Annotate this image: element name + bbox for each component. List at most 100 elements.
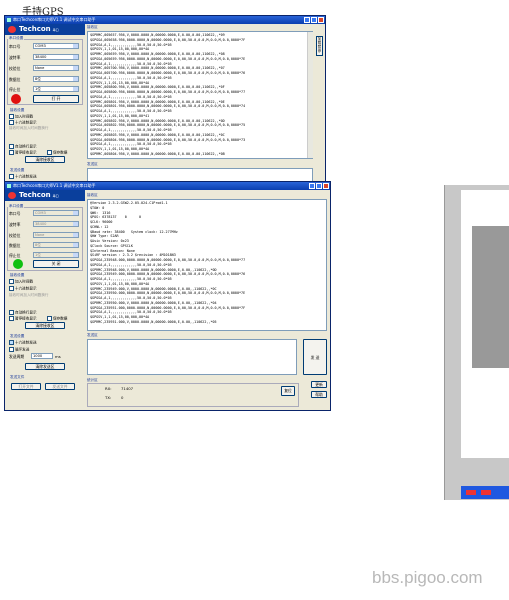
parity-label: 校验位: [9, 66, 21, 71]
pause-display-checkbox[interactable]: 暂停接收显示: [9, 150, 37, 156]
recv-settings-label: 接收设置: [10, 108, 25, 112]
front-window-title: 串口Techcon串口大师V1.1 调试中文串口助手: [13, 183, 96, 188]
chevron-down-icon: [73, 222, 78, 226]
recv-settings-label: 接收设置: [10, 273, 25, 277]
hex-display-checkbox[interactable]: 十六进制显示: [9, 120, 37, 126]
serial-port-label: 串口号: [9, 211, 21, 216]
taskbar-app-icon[interactable]: [466, 490, 476, 495]
send-file-button[interactable]: 发送文件: [45, 383, 75, 390]
port-status-led-green: [13, 259, 23, 269]
clear-recv-button[interactable]: 清除接收区: [25, 322, 65, 329]
recv-text-area[interactable]: @Version 2.3.2-GSW2-2.05.024-C1Prod1.1 $T…: [87, 199, 327, 331]
techcon-logo: Techcon 串口: [5, 190, 85, 201]
stop-bits-select[interactable]: 1位: [33, 252, 79, 258]
reset-button[interactable]: 复位: [281, 386, 295, 396]
baud-select[interactable]: 38400: [33, 54, 79, 60]
timestamp-newline-hint: 接收时间加入时间戳换行: [9, 126, 49, 130]
taskbar-app-icon[interactable]: [481, 490, 491, 495]
loop-send-checkbox[interactable]: 循环发送: [9, 347, 29, 353]
app-icon: [7, 18, 11, 22]
serial-port-label: 串口号: [9, 44, 21, 49]
back-serial-window: 串口Techcon串口大师V1.1 调试中文串口助手 Techcon 串口 串口设…: [4, 15, 326, 205]
pause-display-checkbox[interactable]: 暂停接收显示: [9, 316, 37, 322]
port-status-led-red: [11, 94, 21, 104]
save-data-checkbox[interactable]: 保存数据: [47, 316, 67, 322]
hex-display-checkbox[interactable]: 十六进制显示: [9, 286, 37, 292]
send-settings-label: 发送设置: [10, 334, 25, 338]
send-settings-label: 发送设置: [10, 168, 25, 172]
chevron-down-icon: [73, 66, 78, 70]
minimize-button[interactable]: [304, 17, 310, 23]
chevron-down-icon: [73, 87, 78, 91]
maximize-button[interactable]: [311, 17, 317, 23]
recv-line: $GPRMC,235951.000,V,0000.0000,N,00000.00…: [90, 319, 217, 324]
serial-port-select[interactable]: COM3: [33, 210, 79, 216]
chevron-down-icon: [73, 77, 78, 81]
auto-newline-checkbox[interactable]: 自动换行显示: [9, 310, 37, 316]
app-icon: [7, 184, 11, 188]
minimize-button[interactable]: [309, 183, 315, 189]
tx-count: 0: [121, 395, 124, 400]
data-bits-select[interactable]: 8位: [33, 76, 79, 82]
serial-settings-label: 串口设置: [8, 204, 25, 209]
tx-label: TX:: [105, 395, 112, 400]
interval-label: 发送周期: [9, 354, 25, 359]
serial-port-select[interactable]: COM3: [33, 43, 79, 49]
logo-mark-icon: [8, 192, 16, 199]
rx-count: 71407: [121, 386, 134, 391]
open-file-button[interactable]: 打开文件: [11, 383, 41, 390]
forum-watermark: bbs.pigoo.com: [372, 568, 483, 587]
chevron-down-icon: [73, 253, 78, 257]
file-send-label: 发送文件: [10, 375, 25, 379]
chevron-down-icon: [73, 55, 78, 59]
save-data-checkbox[interactable]: 保存数据: [47, 150, 67, 156]
baud-select[interactable]: 38400: [33, 221, 79, 227]
hex-send-checkbox[interactable]: 十六进制发送: [9, 340, 37, 346]
parity-select[interactable]: None: [33, 65, 79, 71]
stop-bits-select[interactable]: 1位: [33, 86, 79, 92]
clear-send-button[interactable]: 清除发送区: [25, 363, 65, 370]
timestamp-newline-hint: 接收时间加入时间戳换行: [9, 293, 49, 297]
send-area-label: 发送区: [87, 162, 98, 166]
update-button[interactable]: 更新: [311, 381, 327, 388]
recv-scrollbar[interactable]: [307, 32, 313, 158]
baud-label: 波特率: [9, 55, 21, 60]
close-window-button[interactable]: [323, 183, 329, 189]
recv-area-label: 接收区: [87, 25, 98, 29]
send-area-label: 发送区: [87, 333, 98, 337]
add-timestamp-checkbox[interactable]: 加入时间戳: [9, 114, 33, 120]
background-window-block: [472, 226, 509, 368]
hex-send-checkbox[interactable]: 十六进制发送: [9, 174, 37, 180]
back-title-bar: 串口Techcon串口大师V1.1 调试中文串口助手: [5, 16, 325, 24]
taskbar: [461, 486, 509, 499]
data-bits-label: 数据位: [9, 243, 21, 248]
chevron-down-icon: [73, 211, 78, 215]
interval-input[interactable]: 1000: [31, 353, 53, 359]
baud-label: 波特率: [9, 222, 21, 227]
parity-select[interactable]: None: [33, 232, 79, 238]
auto-newline-checkbox[interactable]: 自动换行显示: [9, 144, 37, 150]
techcon-logo: Techcon 串口: [5, 24, 85, 35]
load-pause-button[interactable]: 加载暂停: [316, 36, 323, 56]
recv-area-label: 接收区: [87, 193, 98, 197]
stats-group: [87, 383, 299, 407]
close-window-button[interactable]: [318, 17, 324, 23]
data-bits-label: 数据位: [9, 77, 21, 82]
data-bits-select[interactable]: 8位: [33, 242, 79, 248]
interval-unit: ms: [55, 354, 61, 359]
front-title-bar: 串口Techcon串口大师V1.1 调试中文串口助手: [5, 182, 330, 190]
open-port-button[interactable]: 打 开: [33, 95, 79, 103]
close-port-button[interactable]: 关 闭: [33, 260, 79, 268]
front-serial-window: 串口Techcon串口大师V1.1 调试中文串口助手 Techcon 串口 串口设…: [4, 181, 331, 411]
add-timestamp-checkbox[interactable]: 加入时间戳: [9, 279, 33, 285]
send-button[interactable]: 发 送: [303, 339, 327, 375]
clear-recv-button[interactable]: 清除接收区: [25, 156, 65, 163]
chevron-down-icon: [73, 243, 78, 247]
chevron-down-icon: [73, 233, 78, 237]
parity-label: 校验位: [9, 233, 21, 238]
help-button[interactable]: 帮助: [311, 391, 327, 398]
back-window-title: 串口Techcon串口大师V1.1 调试中文串口助手: [13, 17, 96, 22]
recv-text-area[interactable]: $GPRMC,005657.956,V,0000.0000,N,00000.00…: [87, 31, 313, 159]
send-text-area[interactable]: [87, 339, 297, 375]
maximize-button[interactable]: [316, 183, 322, 189]
